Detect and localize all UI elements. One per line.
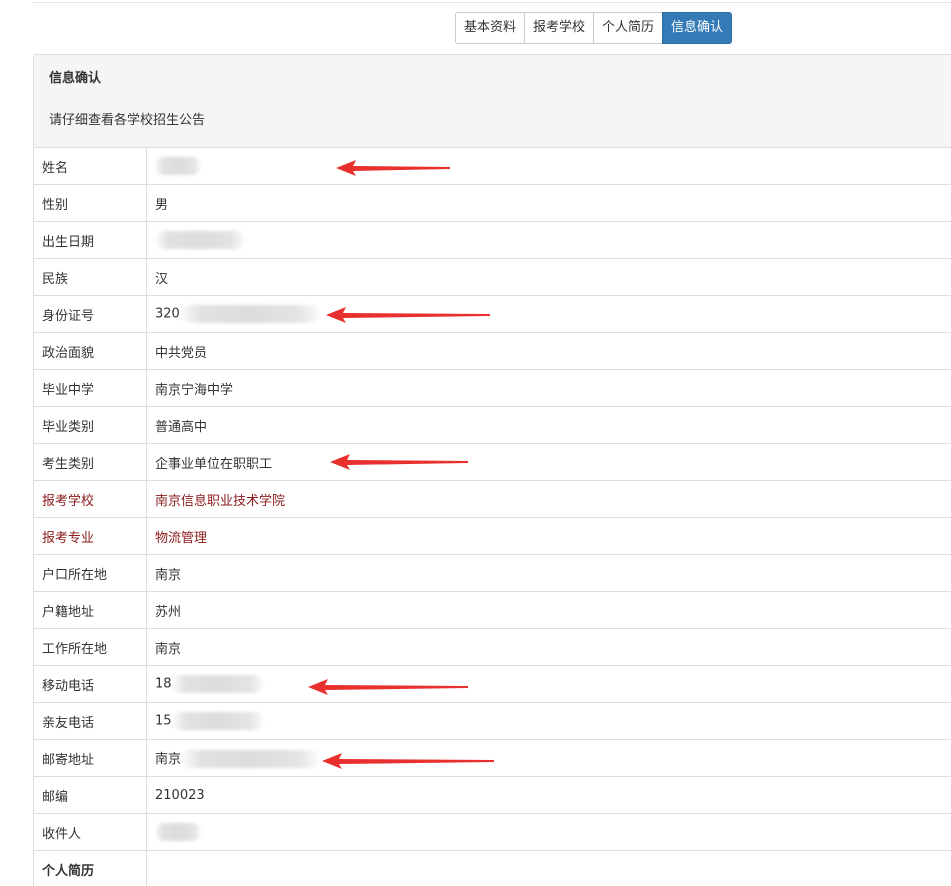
table-row: 出生日期	[34, 221, 951, 259]
info-confirm-panel: 信息确认 请仔细查看各学校招生公告 姓名 性别 男 出生日期 民族 汉 身份证号…	[33, 54, 951, 886]
field-label-mobile-phone: 移动电话	[34, 665, 147, 703]
field-label-recipient: 收件人	[34, 813, 147, 851]
field-label-name: 姓名	[34, 148, 147, 185]
table-row: 毕业类别 普通高中	[34, 406, 951, 444]
tab-info-confirm[interactable]: 信息确认	[662, 12, 733, 44]
section-value-resume	[146, 850, 951, 886]
field-value-mailing-address: 南京	[146, 739, 951, 777]
table-row: 邮编 210023	[34, 776, 951, 814]
field-value-relative-phone: 15	[146, 702, 951, 740]
field-label-household-address: 户籍地址	[34, 591, 147, 629]
field-label-apply-major: 报考专业	[34, 517, 147, 555]
field-value-hukou-location: 南京	[146, 554, 951, 592]
field-value-graduated-school: 南京宁海中学	[146, 369, 951, 407]
field-value-postcode: 210023	[146, 776, 951, 814]
mobile-prefix: 18	[155, 676, 172, 692]
field-value-name	[146, 148, 951, 185]
field-label-graduated-school: 毕业中学	[34, 369, 147, 407]
redacted-value	[155, 157, 201, 175]
table-row: 毕业中学 南京宁海中学	[34, 369, 951, 407]
field-label-mailing-address: 邮寄地址	[34, 739, 147, 777]
top-divider	[33, 2, 951, 3]
table-row: 性别 男	[34, 184, 951, 222]
field-label-ethnicity: 民族	[34, 258, 147, 296]
mailing-address-prefix: 南京	[155, 751, 182, 767]
field-label-work-location: 工作所在地	[34, 628, 147, 666]
tab-apply-school[interactable]: 报考学校	[524, 12, 595, 44]
field-value-graduation-type: 普通高中	[146, 406, 951, 444]
field-label-hukou-location: 户口所在地	[34, 554, 147, 592]
table-row: 户籍地址 苏州	[34, 591, 951, 629]
redacted-value	[171, 712, 264, 730]
field-value-political-status: 中共党员	[146, 332, 951, 370]
step-tabs: 基本资料 报考学校 个人简历 信息确认	[455, 12, 733, 44]
admission-notice: 请仔细查看各学校招生公告	[49, 113, 206, 128]
panel-title: 信息确认	[49, 71, 102, 86]
info-table: 姓名 性别 男 出生日期 民族 汉 身份证号 320 政治面貌 中共党员 毕业中…	[34, 148, 951, 886]
field-value-household-address: 苏州	[146, 591, 951, 629]
table-row: 姓名	[34, 148, 951, 185]
section-heading-resume: 个人简历	[34, 850, 147, 886]
table-row: 个人简历	[34, 850, 951, 886]
field-value-mobile-phone: 18	[146, 665, 951, 703]
field-value-apply-major: 物流管理	[146, 517, 951, 555]
tab-resume[interactable]: 个人简历	[593, 12, 664, 44]
field-label-apply-school: 报考学校	[34, 480, 147, 518]
redacted-value	[179, 305, 320, 323]
field-label-graduation-type: 毕业类别	[34, 406, 147, 444]
panel-heading: 信息确认 请仔细查看各学校招生公告	[34, 55, 951, 148]
table-row: 考生类别 企事业单位在职职工	[34, 443, 951, 481]
redacted-value	[155, 823, 201, 841]
field-value-work-location: 南京	[146, 628, 951, 666]
redacted-value	[155, 231, 245, 249]
field-value-id-number: 320	[146, 295, 951, 333]
table-row: 移动电话 18	[34, 665, 951, 703]
field-value-recipient	[146, 813, 951, 851]
redacted-value	[171, 675, 264, 693]
table-row: 政治面貌 中共党员	[34, 332, 951, 370]
relative-phone-prefix: 15	[155, 713, 172, 729]
field-label-political-status: 政治面貌	[34, 332, 147, 370]
table-row: 工作所在地 南京	[34, 628, 951, 666]
field-label-birthdate: 出生日期	[34, 221, 147, 259]
tab-basic-info[interactable]: 基本资料	[455, 12, 526, 44]
table-row: 身份证号 320	[34, 295, 951, 333]
table-row: 报考专业 物流管理	[34, 517, 951, 555]
field-value-candidate-type: 企事业单位在职职工	[146, 443, 951, 481]
table-row: 报考学校 南京信息职业技术学院	[34, 480, 951, 518]
table-row: 民族 汉	[34, 258, 951, 296]
table-row: 收件人	[34, 813, 951, 851]
field-label-id-number: 身份证号	[34, 295, 147, 333]
field-value-ethnicity: 汉	[146, 258, 951, 296]
field-value-gender: 男	[146, 184, 951, 222]
table-row: 邮寄地址 南京	[34, 739, 951, 777]
table-row: 亲友电话 15	[34, 702, 951, 740]
id-number-prefix: 320	[155, 306, 180, 322]
field-label-postcode: 邮编	[34, 776, 147, 814]
field-value-birthdate	[146, 221, 951, 259]
field-value-apply-school: 南京信息职业技术学院	[146, 480, 951, 518]
redacted-value	[181, 750, 320, 769]
table-row: 户口所在地 南京	[34, 554, 951, 592]
field-label-relative-phone: 亲友电话	[34, 702, 147, 740]
field-label-gender: 性别	[34, 184, 147, 222]
field-label-candidate-type: 考生类别	[34, 443, 147, 481]
